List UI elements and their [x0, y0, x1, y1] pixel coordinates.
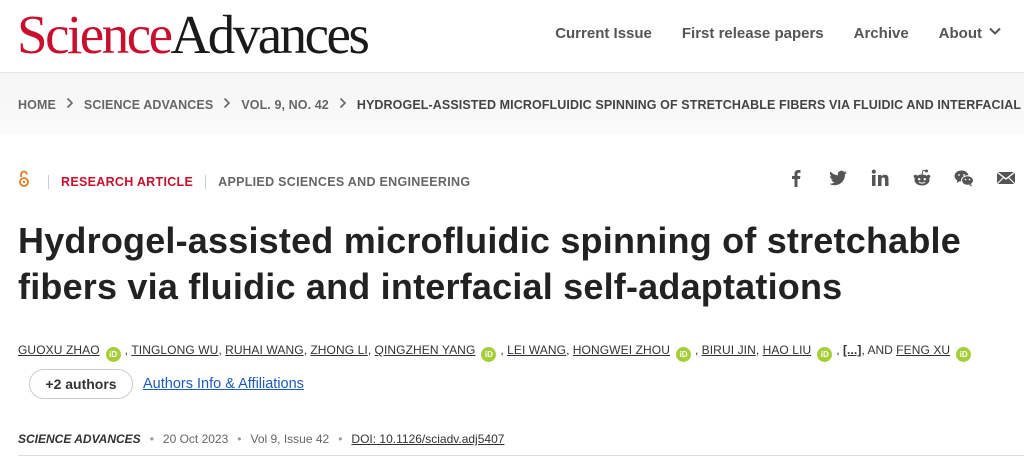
journal-name[interactable]: SCIENCE ADVANCES	[18, 432, 141, 446]
facebook-icon[interactable]	[786, 168, 806, 188]
orcid-icon[interactable]: iD	[817, 347, 833, 362]
author-name[interactable]: BIRUI JIN	[702, 343, 756, 357]
nav-first-release-label: First release papers	[681, 24, 824, 42]
orcid-icon[interactable]: iD	[956, 347, 972, 362]
separator-dot: •	[338, 432, 343, 446]
nav-archive-label: Archive	[853, 24, 909, 42]
author-list: GUOXU ZHAO iD, TINGLONG WU, RUHAI WANG, Z…	[18, 343, 1018, 362]
breadcrumb-journal[interactable]: SCIENCE ADVANCES	[84, 98, 213, 112]
nav-current-issue-label: Current Issue	[555, 24, 652, 42]
orcid-icon[interactable]: iD	[675, 347, 691, 362]
meta-divider	[48, 174, 49, 189]
separator-dot: •	[149, 432, 154, 446]
nav-about[interactable]: About	[939, 24, 1002, 42]
author-name[interactable]: GUOXU ZHAO	[18, 343, 100, 357]
share-toolbar	[786, 168, 1016, 188]
chevron-right-icon	[66, 97, 74, 112]
authors-info-affiliations-link[interactable]: Authors Info & Affiliations	[143, 376, 304, 392]
author-name[interactable]: HONGWEI ZHOU	[573, 343, 670, 357]
doi-link[interactable]: DOI: 10.1126/sciadv.adj5407	[351, 432, 504, 446]
breadcrumb-issue[interactable]: VOL. 9, NO. 42	[241, 98, 329, 112]
article-type: RESEARCH ARTICLE	[61, 174, 194, 189]
article-subject[interactable]: APPLIED SCIENCES AND ENGINEERING	[218, 175, 470, 189]
twitter-icon[interactable]	[828, 168, 848, 188]
publication-info: SCIENCE ADVANCES • 20 Oct 2023 • Vol 9, …	[18, 432, 504, 446]
article-title: Hydrogel-assisted microfluidic spinning …	[18, 220, 961, 307]
orcid-icon[interactable]: iD	[481, 347, 497, 362]
divider-line	[18, 455, 1024, 456]
separator-dot: •	[237, 432, 242, 446]
more-authors-button[interactable]: +2 authors	[29, 369, 133, 399]
show-all-authors-ellipsis[interactable]: [...]	[843, 343, 862, 357]
nav-archive[interactable]: Archive	[854, 24, 909, 42]
volume-issue[interactable]: Vol 9, Issue 42	[250, 432, 329, 446]
logo-science: Science	[17, 4, 173, 65]
article-meta: RESEARCH ARTICLE APPLIED SCIENCES AND EN…	[18, 170, 470, 193]
publication-date: 20 Oct 2023	[162, 432, 229, 446]
breadcrumb-bar: HOME SCIENCE ADVANCES VOL. 9, NO. 42 HYD…	[0, 72, 1024, 134]
author-name[interactable]: HAO LIU	[763, 343, 812, 357]
breadcrumb: HOME SCIENCE ADVANCES VOL. 9, NO. 42 HYD…	[18, 97, 1024, 112]
site-header: ScienceAdvances Current Issue First rele…	[0, 0, 1024, 72]
breadcrumb-current: HYDROGEL-ASSISTED MICROFLUIDIC SPINNING …	[356, 97, 1024, 112]
science-advances-logo[interactable]: ScienceAdvances	[17, 4, 370, 66]
author-name[interactable]: RUHAI WANG	[225, 343, 304, 357]
orcid-icon[interactable]: iD	[105, 347, 121, 362]
author-name[interactable]: TINGLONG WU	[131, 343, 218, 357]
chevron-down-icon	[988, 24, 1002, 42]
and-connector: AND	[867, 343, 893, 357]
email-icon[interactable]	[996, 168, 1016, 188]
logo-advances: Advances	[170, 4, 370, 65]
linkedin-icon[interactable]	[870, 168, 890, 188]
open-access-icon	[18, 170, 36, 193]
main-nav: Current Issue First release papers Archi…	[555, 24, 1002, 42]
chevron-right-icon	[223, 97, 231, 112]
reddit-icon[interactable]	[912, 168, 932, 188]
meta-divider	[205, 174, 207, 189]
chevron-right-icon	[339, 97, 347, 112]
author-name[interactable]: LEI WANG	[507, 343, 566, 357]
nav-about-label: About	[938, 24, 982, 42]
nav-current-issue[interactable]: Current Issue	[555, 24, 652, 42]
breadcrumb-home[interactable]: HOME	[18, 98, 56, 112]
author-name[interactable]: QINGZHEN YANG	[375, 343, 476, 357]
author-name[interactable]: FENG XU	[896, 343, 950, 357]
wechat-icon[interactable]	[954, 168, 974, 188]
author-name[interactable]: ZHONG LI	[310, 343, 367, 357]
nav-first-release-papers[interactable]: First release papers	[682, 24, 824, 42]
